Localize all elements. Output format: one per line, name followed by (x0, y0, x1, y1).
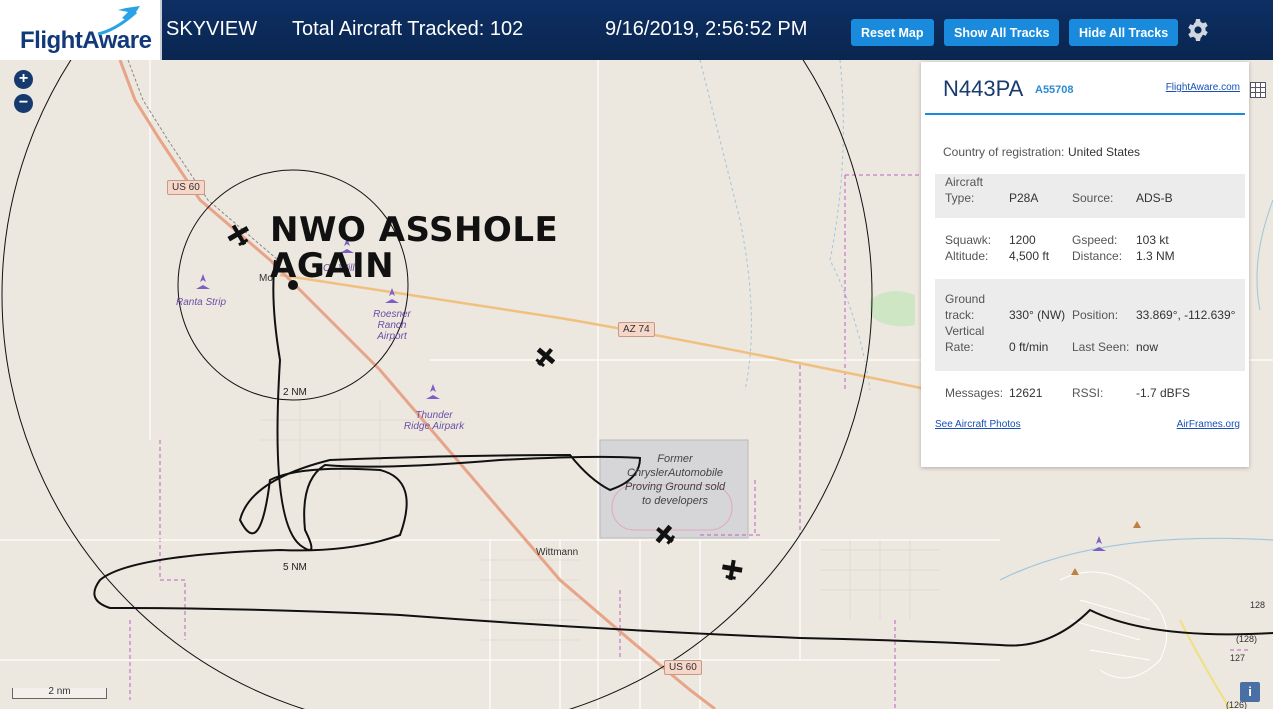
map-scale-bar: 2 nm (12, 686, 107, 699)
highway-shield-us60: US 60 (167, 180, 205, 195)
flightaware-logo[interactable]: FlightAware (0, 0, 162, 60)
aircraft-icon (721, 559, 743, 581)
rssi-label: RSSI: (1072, 386, 1104, 400)
zoom-out-button[interactable]: − (14, 94, 33, 113)
gear-icon[interactable] (1186, 18, 1210, 42)
aircraft-photos-link[interactable]: See Aircraft Photos (935, 419, 1021, 430)
overlay-annotation-text: NWO ASSHOLE AGAIN (270, 210, 559, 286)
proving-ground-label: Former ChryslerAutomobile Proving Ground… (624, 453, 726, 507)
last-seen-label: Last Seen: (1072, 340, 1130, 354)
route-shield-label: 128 (1250, 600, 1265, 610)
ground-track-value: 330° (NW) (1009, 308, 1066, 322)
datetime: 9/16/2019, 2:56:52 PM (605, 18, 808, 40)
peak-icon (1071, 568, 1079, 575)
country-value: United States (1068, 145, 1141, 159)
range-ring-label-outer: 5 NM (281, 562, 309, 573)
altitude-label: Altitude: (945, 249, 989, 263)
show-all-tracks-button[interactable]: Show All Tracks (944, 19, 1060, 46)
map-info-button[interactable]: i (1240, 682, 1260, 702)
gspeed-value: 103 kt (1136, 233, 1169, 247)
logo-text: FlightAware (20, 27, 152, 54)
hide-all-tracks-button[interactable]: Hide All Tracks (1069, 19, 1179, 46)
scale-label: 2 nm (48, 686, 71, 697)
top-bar: FlightAware SKYVIEW Total Aircraft Track… (0, 0, 1273, 60)
airport-label-thunder: Thunder Ridge Airpark (403, 410, 465, 432)
aircraft-icon (535, 347, 556, 368)
airport-icon (196, 274, 210, 289)
highway-shield-us60: US 60 (664, 660, 702, 675)
airport-label-ranta: Ranta Strip (176, 297, 227, 308)
airframes-link[interactable]: AirFrames.org (1177, 419, 1240, 430)
range-ring-label-inner: 2 NM (281, 387, 309, 398)
messages-label: Messages: (945, 386, 1004, 400)
position-label: Position: (1072, 308, 1119, 322)
route-shield-label: 127 (1230, 653, 1245, 663)
grid-toggle-icon[interactable] (1250, 82, 1266, 98)
airport-label-roesner: Roesner Ranch Airport (373, 309, 411, 342)
source-label: Source: (1072, 191, 1114, 205)
aircraft-hex-code[interactable]: A55708 (1035, 84, 1074, 96)
country-label: Country of registration: (943, 145, 1065, 159)
vertical-rate-label: Vertical Rate: (945, 324, 985, 354)
aircraft-tail-number: N443PA (943, 76, 1024, 101)
zoom-in-button[interactable]: + (14, 70, 33, 89)
distance-label: Distance: (1072, 249, 1123, 263)
last-seen-value: now (1136, 340, 1159, 354)
squawk-label: Squawk: (945, 233, 992, 247)
distance-value: 1.3 NM (1136, 249, 1175, 263)
messages-value: 12621 (1009, 386, 1043, 400)
squawk-value: 1200 (1009, 233, 1036, 247)
reset-map-button[interactable]: Reset Map (851, 19, 934, 46)
peak-icon (1133, 521, 1141, 528)
altitude-value: 4,500 ft (1009, 249, 1050, 263)
messages-row: Messages: 12621 RSSI: -1.7 dBFS (935, 383, 1245, 403)
source-value: ADS-B (1136, 191, 1173, 205)
squawk-row: Squawk: 1200 Gspeed: 103 kt Altitude: 4,… (935, 232, 1245, 268)
app-name: SKYVIEW (166, 18, 258, 40)
panel-divider (925, 113, 1245, 115)
route-shield-label: (128) (1236, 634, 1257, 644)
aircraft-type-row: Aircraft Type: P28A Source: ADS-B (935, 174, 1245, 218)
ground-track-label: Ground track: (945, 292, 986, 322)
aircraft-type-value: P28A (1009, 191, 1039, 205)
position-value: 33.869°, -112.639° (1136, 308, 1236, 322)
aircraft-type-label: Aircraft Type: (945, 175, 984, 205)
highway-shield-az74: AZ 74 (618, 322, 655, 337)
flightaware-link[interactable]: FlightAware.com (1166, 82, 1240, 93)
gspeed-label: Gspeed: (1072, 233, 1118, 247)
total-tracked: Total Aircraft Tracked: 102 (292, 18, 524, 40)
country-row: Country of registration: United States (935, 142, 1245, 162)
rssi-value: -1.7 dBFS (1136, 386, 1191, 400)
place-label-wittmann: Wittmann (536, 547, 579, 558)
vertical-rate-value: 0 ft/min (1009, 340, 1049, 354)
aircraft-detail-panel: N443PA A55708 FlightAware.com Country of… (921, 62, 1249, 467)
airport-icon (426, 384, 440, 399)
track-row: Ground track: 330° (NW) Position: 33.869… (935, 279, 1245, 371)
